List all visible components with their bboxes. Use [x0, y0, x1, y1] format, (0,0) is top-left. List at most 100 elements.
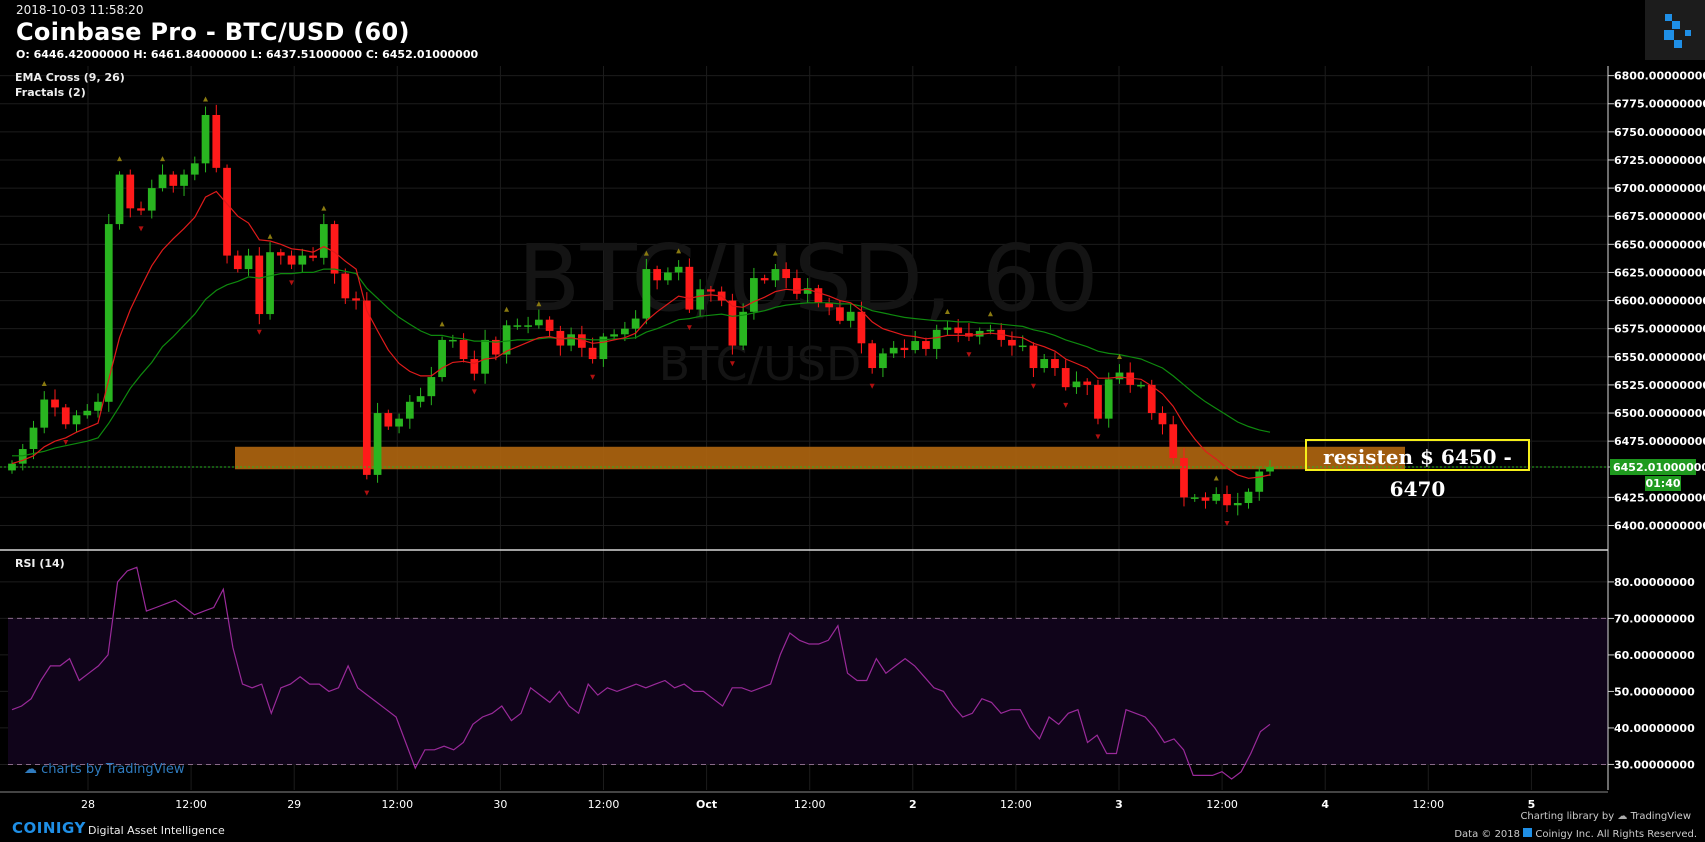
candle-body [1137, 384, 1145, 387]
charting-credit[interactable]: Charting library by ☁ TradingView [1520, 811, 1691, 822]
tradingview-cloud-icon: ☁ [1617, 811, 1628, 822]
ohlc-readout: O: 6446.42000000 H: 6461.84000000 L: 643… [16, 48, 479, 61]
candle-body [438, 339, 446, 378]
candle-body [524, 325, 532, 327]
candle-body [137, 208, 145, 211]
candle-body [545, 319, 554, 331]
price-axis[interactable]: 6800.00000000 6775.00000000 6750.00000000 6… [1608, 70, 1705, 772]
footer-brand[interactable]: COINIGY [12, 818, 86, 837]
candle-body [879, 353, 887, 369]
price-tick-label: 6400.00000000 [1614, 520, 1705, 533]
tradingview-watermark-text: charts by TradingView [41, 762, 185, 777]
candle-body [1083, 381, 1092, 385]
candle-body [51, 399, 59, 408]
candle-body [782, 269, 791, 279]
fractal-up-marker [267, 233, 273, 239]
price-tick-label: 6675.00000000 [1614, 210, 1705, 223]
fractal-down-marker [138, 226, 144, 232]
time-tick-label: 29 [287, 798, 301, 811]
candle-body [750, 278, 758, 312]
candle-body [621, 328, 629, 335]
candle-body [427, 377, 436, 397]
candle-body [255, 255, 264, 315]
price-tick-label: 6425.00000000 [1614, 491, 1705, 504]
coinigy-logo-icon[interactable] [1645, 0, 1705, 60]
time-tick-label: 12:00 [588, 798, 620, 811]
candle-body [1158, 413, 1167, 425]
countdown-label: 01:40 [1645, 477, 1680, 490]
rsi-tick-label: 30.00000000 [1614, 758, 1695, 771]
candle-body [814, 288, 823, 303]
time-tick-label: 12:00 [1206, 798, 1238, 811]
candle-body [696, 289, 705, 310]
candle-body [674, 266, 683, 273]
candle-body [642, 269, 651, 319]
candle-body [201, 114, 210, 164]
candle-body [459, 339, 468, 360]
brand-tagline: Digital Asset Intelligence [88, 824, 225, 837]
rsi-tick-label: 70.00000000 [1614, 612, 1695, 625]
price-tick-label: 6550.00000000 [1614, 351, 1705, 364]
cloud-icon: ☁ [24, 762, 37, 777]
fractal-up-marker [1213, 475, 1219, 481]
candle-body [922, 341, 930, 349]
candle-body [868, 343, 877, 369]
candle-body [653, 269, 661, 281]
candle-body [40, 399, 49, 428]
candle-body [341, 273, 350, 299]
candle-body [1201, 497, 1210, 501]
logo-mark-icon [1664, 14, 1691, 48]
candle-body [373, 413, 382, 475]
candle-body [1094, 384, 1102, 419]
time-tick-label: 30 [493, 798, 507, 811]
candle-body [857, 311, 866, 344]
candle-body [943, 327, 952, 330]
candle-body [330, 224, 339, 274]
chart-canvas[interactable]: BTC/USD, 60 BTC/USD 6800.000000006775.00… [0, 0, 1705, 842]
candle-body [728, 300, 737, 346]
tradingview-watermark[interactable]: ☁ charts by TradingView [24, 762, 184, 777]
candle-body [1223, 494, 1231, 506]
time-axis[interactable]: 28 12:00 29 12:00 30 12:00 Oct 12:00 2 12:00 3 12:0… [81, 798, 1535, 811]
candle-body [319, 224, 328, 258]
candle-body [481, 339, 489, 374]
candle-body [900, 347, 909, 351]
ema-indicator-label[interactable]: EMA Cross (9, 26) [15, 71, 125, 84]
candle-body [1040, 359, 1049, 369]
fractal-down-marker [869, 383, 875, 389]
candle-body [362, 300, 371, 475]
candle-body [1029, 345, 1038, 369]
candle-body [223, 167, 231, 256]
fractal-up-marker [117, 156, 123, 162]
fractal-down-marker [63, 440, 69, 446]
candle-body [610, 334, 618, 337]
coinigy-small-icon [1523, 828, 1533, 837]
fractal-down-marker [590, 374, 596, 380]
candle-body [233, 255, 242, 270]
candle-body [190, 163, 199, 175]
candle-body [1266, 467, 1274, 472]
last-price-label: 6452.01000000 [1613, 461, 1705, 474]
data-credit-year: Data © 2018 [1454, 829, 1521, 840]
rsi-indicator-label[interactable]: RSI (14) [15, 557, 65, 570]
charting-credit-text: Charting library by [1520, 811, 1615, 822]
candle-body [1190, 497, 1199, 499]
fractals-indicator-label[interactable]: Fractals (2) [15, 86, 86, 99]
fractal-up-marker [439, 321, 445, 327]
data-credit-owner: Coinigy Inc. All Rights Reserved. [1535, 829, 1697, 840]
candle-body [147, 188, 156, 211]
time-tick-label: 12:00 [794, 798, 826, 811]
candle-body [739, 311, 748, 346]
candle-body [954, 327, 963, 334]
candle-body [534, 319, 543, 326]
time-tick-label: 12:00 [381, 798, 413, 811]
time-tick-label: 3 [1115, 798, 1123, 811]
candle-body [793, 278, 801, 294]
candle-body [352, 298, 360, 301]
candle-body [1212, 494, 1221, 501]
time-tick-label: 2 [909, 798, 917, 811]
candle-body [986, 329, 995, 332]
candle-body [588, 347, 597, 360]
candle-body [707, 289, 715, 292]
page-title: Coinbase Pro - BTC/USD (60) [16, 18, 410, 46]
